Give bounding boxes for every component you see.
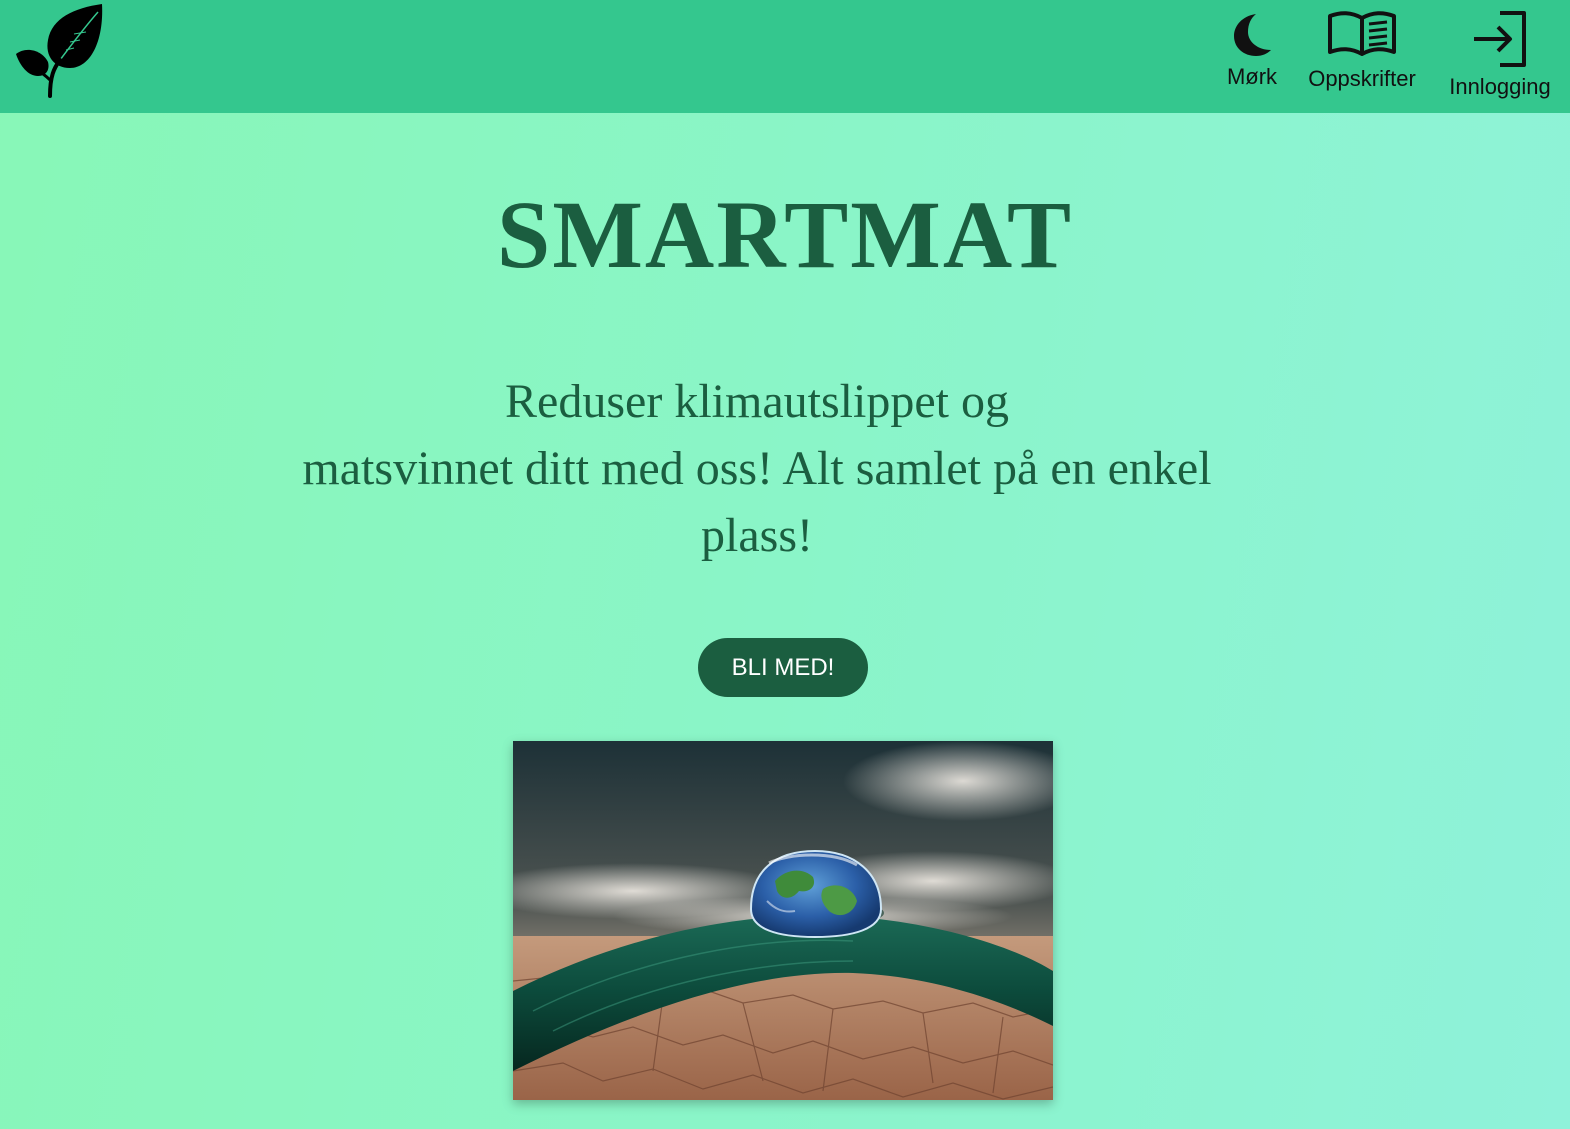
join-button[interactable]: BLI MED! <box>698 638 868 697</box>
top-navigation-bar: Mørk Oppskrifter Innlogging <box>0 0 1570 113</box>
nav-dark-mode[interactable]: Mørk <box>1224 10 1280 105</box>
hero-illustration <box>513 741 1053 1100</box>
login-icon <box>1474 11 1526 67</box>
leaf-icon <box>16 4 103 98</box>
nav-recipes-label: Oppskrifter <box>1308 66 1416 91</box>
hero-image <box>513 741 1053 1100</box>
tagline-line: Reduser klimautslippet og <box>505 375 1009 428</box>
tagline-line: matsvinnet ditt med oss! Alt samlet på e… <box>302 442 1212 495</box>
moon-icon <box>1234 14 1271 56</box>
nav-login-label: Innlogging <box>1449 74 1551 99</box>
book-icon <box>1328 11 1396 56</box>
nav-recipes[interactable]: Oppskrifter <box>1302 10 1422 105</box>
page-title: SMARTMAT <box>496 181 1074 288</box>
nav-dark-mode-label: Mørk <box>1226 64 1278 89</box>
tagline-line: plass! <box>701 509 813 562</box>
tagline: Reduser klimautslippet og matsvinnet dit… <box>300 368 1214 569</box>
nav-login[interactable]: Innlogging <box>1443 10 1557 105</box>
home-logo-link[interactable] <box>14 2 106 98</box>
